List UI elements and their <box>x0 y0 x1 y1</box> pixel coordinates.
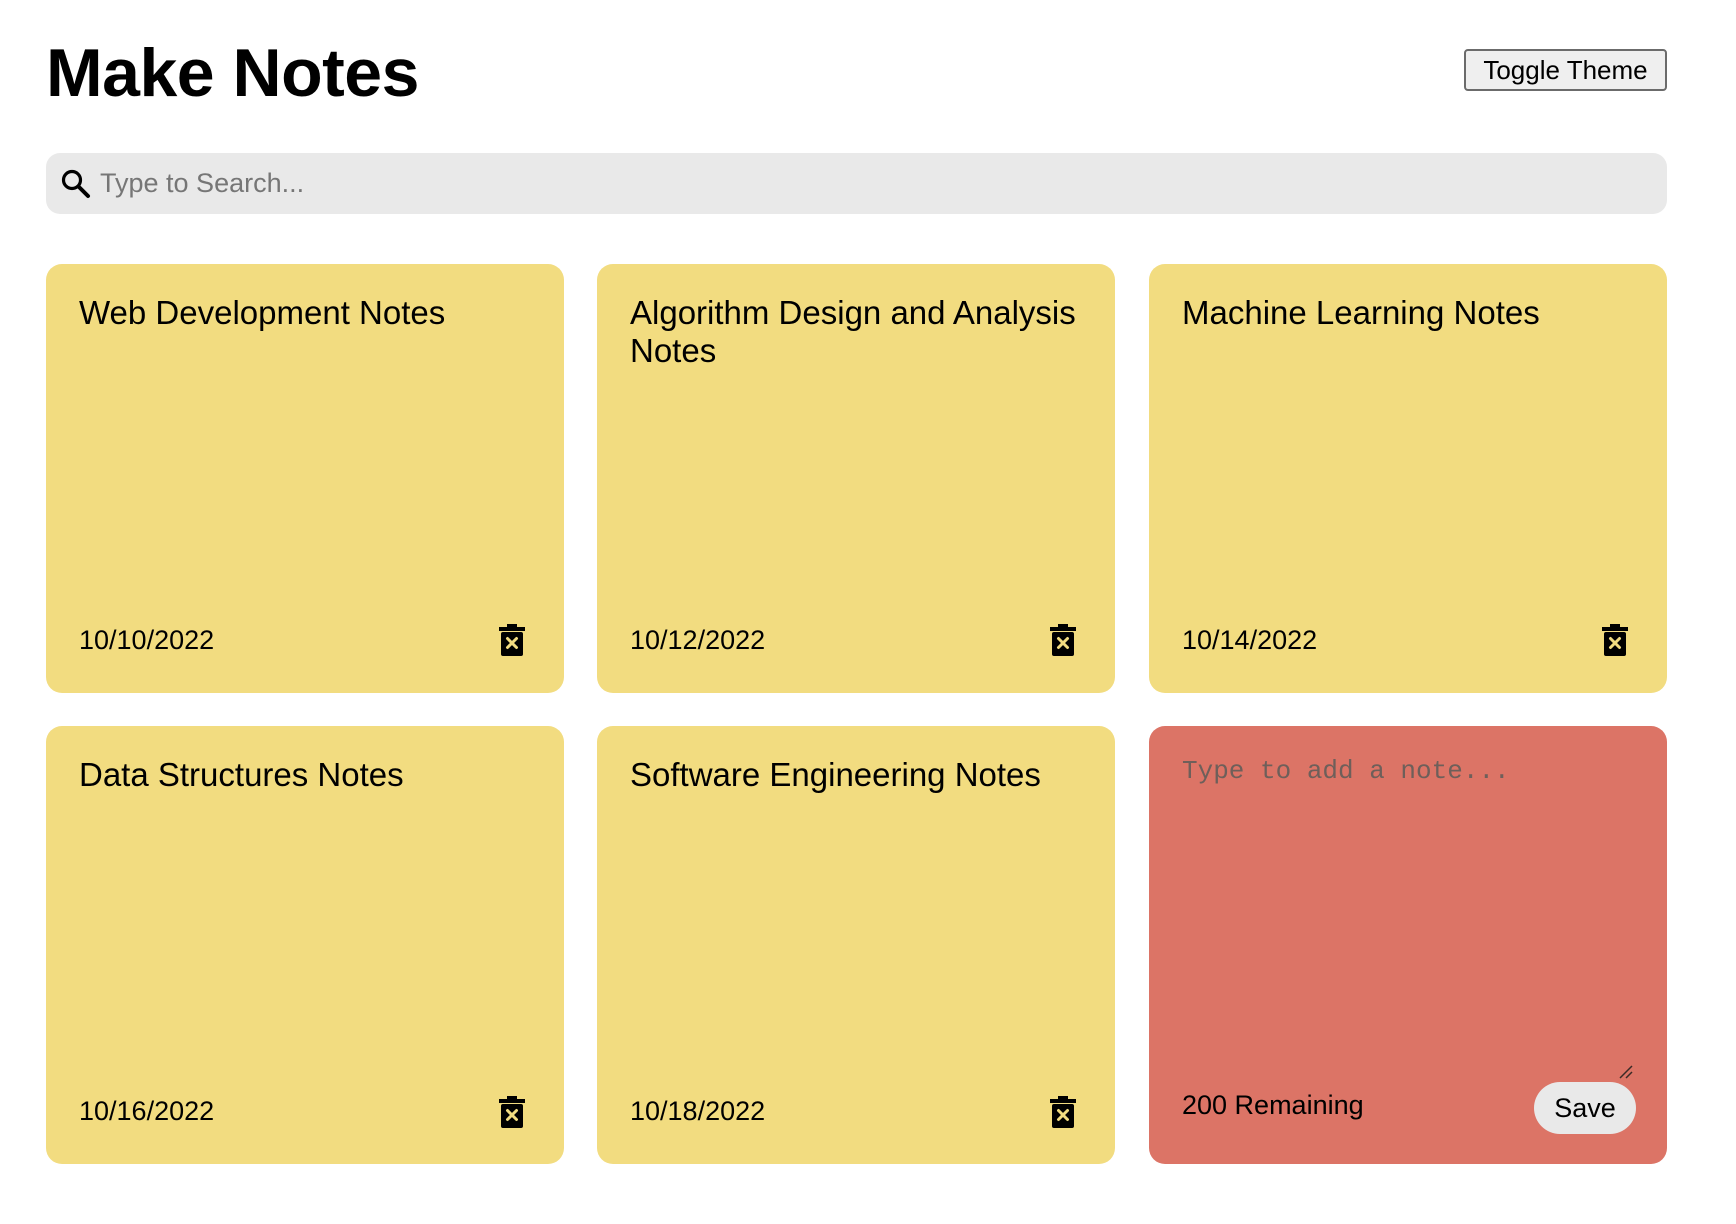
note-card: Data Structures Notes 10/16/2022 <box>46 726 564 1164</box>
trash-icon[interactable] <box>1050 1096 1076 1128</box>
search-icon <box>61 169 90 198</box>
search-input[interactable] <box>98 153 1640 214</box>
note-date: 10/16/2022 <box>79 1096 215 1126</box>
note-text: Machine Learning Notes <box>1182 294 1540 331</box>
trash-icon[interactable] <box>1050 624 1076 656</box>
characters-remaining: 200 Remaining <box>1182 1090 1364 1120</box>
app-container: Make Notes Toggle Theme Web Development … <box>0 0 1736 1224</box>
note-text: Web Development Notes <box>79 294 446 331</box>
note-date: 10/14/2022 <box>1182 625 1318 655</box>
note-text: Algorithm Design and Analysis Notes <box>630 294 1076 369</box>
note-text: Software Engineering Notes <box>630 756 1041 793</box>
note-text: Data Structures Notes <box>79 756 404 793</box>
page-title: Make Notes <box>46 35 419 111</box>
new-note-card: 200 Remaining Save <box>1149 726 1667 1164</box>
save-button[interactable]: Save <box>1534 1082 1636 1134</box>
note-card: Machine Learning Notes 10/14/2022 <box>1149 264 1667 693</box>
note-date: 10/10/2022 <box>79 625 215 655</box>
toggle-theme-button[interactable]: Toggle Theme <box>1464 49 1667 91</box>
note-card: Software Engineering Notes 10/18/2022 <box>597 726 1115 1164</box>
note-date: 10/18/2022 <box>630 1096 766 1126</box>
new-note-input[interactable] <box>1182 756 1632 1056</box>
note-card: Web Development Notes 10/10/2022 <box>46 264 564 693</box>
note-card: Algorithm Design and Analysis Notes 10/1… <box>597 264 1115 693</box>
resize-handle-icon[interactable] <box>1617 1063 1633 1079</box>
search-bar[interactable] <box>46 153 1667 214</box>
note-date: 10/12/2022 <box>630 625 766 655</box>
trash-icon[interactable] <box>499 1096 525 1128</box>
trash-icon[interactable] <box>1602 624 1628 656</box>
trash-icon[interactable] <box>499 624 525 656</box>
